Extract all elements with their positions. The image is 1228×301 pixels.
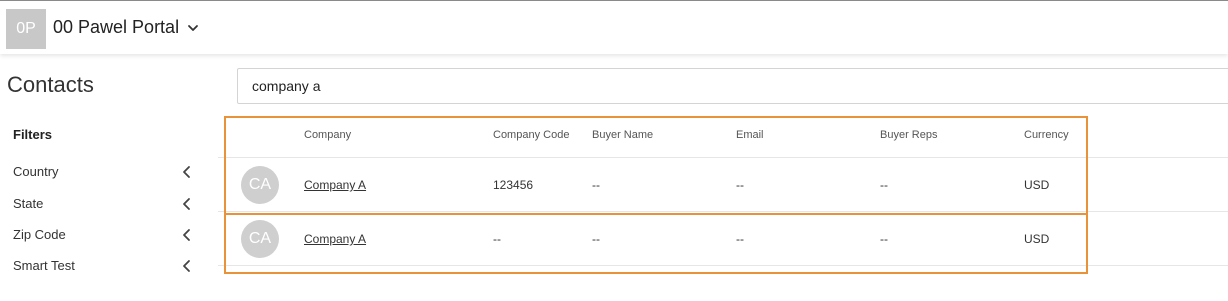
currency: USD (1024, 178, 1050, 192)
highlight-box-header-row (224, 116, 1088, 215)
column-header-currency[interactable]: Currency (1024, 129, 1069, 141)
filter-label: Zip Code (13, 227, 66, 242)
chevron-down-icon[interactable] (186, 21, 200, 35)
chevron-left-icon (183, 166, 190, 178)
buyer-name: -- (592, 178, 600, 192)
buyer-name: -- (592, 232, 600, 246)
currency: USD (1024, 232, 1050, 246)
filter-item-zip-code[interactable]: Zip Code (13, 225, 193, 245)
avatar: CA (241, 166, 279, 204)
filter-item-country[interactable]: Country (13, 162, 193, 182)
chevron-left-icon (183, 229, 190, 241)
avatar-initials: CA (248, 230, 272, 247)
chevron-left-icon (183, 260, 190, 272)
column-header-company[interactable]: Company (304, 129, 351, 141)
filter-label: Smart Test (13, 258, 75, 273)
column-header-email[interactable]: Email (736, 129, 764, 141)
portal-name[interactable]: 00 Pawel Portal (53, 17, 179, 38)
buyer-reps: -- (880, 232, 888, 246)
row-divider (218, 265, 1228, 266)
column-header-company-code[interactable]: Company Code (493, 129, 569, 141)
row-divider (218, 211, 1228, 212)
filter-label: State (13, 196, 44, 211)
filter-label: Country (13, 164, 59, 179)
top-bar: 0P 00 Pawel Portal (0, 0, 1228, 54)
column-header-buyer-reps[interactable]: Buyer Reps (880, 129, 937, 141)
email: -- (736, 232, 744, 246)
company-link[interactable]: Company A (304, 178, 366, 192)
filter-item-smart-test[interactable]: Smart Test (13, 256, 193, 276)
company-code: -- (493, 232, 501, 246)
search-input[interactable] (237, 68, 1228, 104)
buyer-reps: -- (880, 178, 888, 192)
row-divider (218, 157, 1228, 158)
filter-item-state[interactable]: State (13, 194, 193, 214)
company-code: 123456 (493, 178, 534, 192)
avatar: CA (241, 220, 279, 258)
portal-initials: 0P (16, 20, 36, 37)
column-header-buyer-name[interactable]: Buyer Name (592, 129, 653, 141)
filters-title: Filters (13, 127, 53, 142)
portal-avatar[interactable]: 0P (6, 9, 46, 49)
page-title: Contacts (7, 72, 94, 97)
chevron-left-icon (183, 198, 190, 210)
avatar-initials: CA (248, 176, 272, 193)
company-link[interactable]: Company A (304, 232, 366, 246)
email: -- (736, 178, 744, 192)
